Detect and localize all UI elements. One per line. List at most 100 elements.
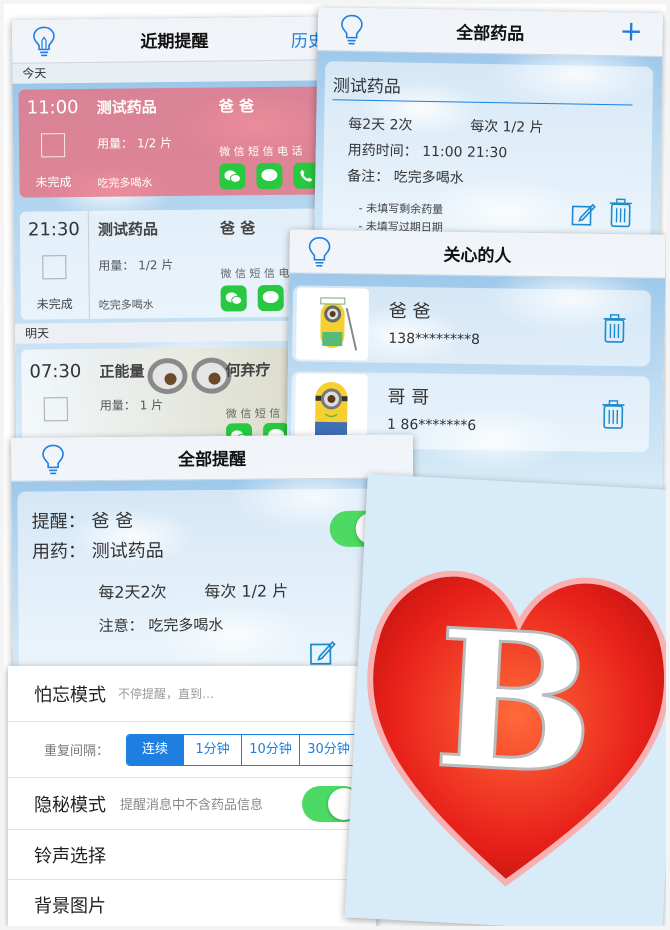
drug-name: 测试药品	[332, 76, 401, 98]
reminder-frequency: 每2天2次	[98, 582, 167, 603]
sms-icon[interactable]	[256, 162, 283, 190]
forget-mode-label: 怕忘模式	[34, 684, 106, 706]
drug-row: 用药： 测试药品	[32, 536, 164, 563]
drug-time-row: 用药时间： 11:00 21:30	[348, 140, 508, 163]
all-reminders-panel: 全部提醒 提醒： 爸 爸 用药： 测试药品 每2天2次 每次 1/2 片 注意：…	[10, 434, 416, 688]
privacy-mode-desc: 提醒消息中不含药品信息	[120, 798, 264, 813]
ringtone-row[interactable]: 铃声选择 ›	[8, 830, 376, 880]
reminder-checkbox[interactable]	[42, 255, 67, 280]
interval-segmented-control: 连续 1分钟 10分钟 30分钟	[126, 734, 358, 766]
reminder-status: 未完成	[36, 297, 73, 312]
forget-mode-desc: 不停提醒，直到…	[118, 687, 215, 701]
dose-value: 1/2 片	[136, 136, 173, 151]
sms-icon[interactable]	[257, 284, 284, 312]
drug-per-dose: 每次 1/2 片	[470, 118, 544, 136]
lightbulb-icon[interactable]	[307, 236, 331, 268]
person-phone: 1 86*******6	[387, 416, 477, 435]
ringtone-label: 铃声选择	[34, 845, 106, 867]
interval-10min[interactable]: 10分钟	[241, 735, 299, 765]
reminders-title: 近期提醒	[140, 31, 209, 53]
lightbulb-icon[interactable]	[340, 13, 365, 45]
reminders-navbar: 近期提醒 历史	[11, 16, 338, 64]
reminder-item[interactable]: 21:30 未完成 测试药品 用量： 1/2 片 吃完多喝水 爸 爸 微 信 短…	[19, 208, 331, 320]
reminder-time: 21:30	[27, 219, 80, 241]
privacy-mode-label: 隐秘模式	[34, 794, 106, 816]
reminder-checkbox[interactable]	[40, 133, 66, 158]
reminder-note: 吃完多喝水	[98, 298, 154, 312]
person-name: 哥 哥	[387, 386, 430, 409]
logo-panel: B	[344, 473, 666, 926]
reminder-drug: 测试药品	[96, 98, 157, 117]
interval-continuous[interactable]: 连续	[127, 735, 183, 765]
avatar	[296, 287, 370, 361]
person-card[interactable]: 爸 爸 138********8	[291, 285, 652, 367]
remind-row: 提醒： 爸 爸	[32, 507, 134, 534]
logo-letter: B	[430, 588, 601, 818]
trash-icon[interactable]	[602, 314, 626, 344]
reminder-dose-row: 用量： 1 片	[100, 396, 163, 414]
reminder-drug: 正能量	[99, 362, 145, 381]
lightbulb-icon[interactable]	[41, 443, 65, 475]
all-reminders-navbar: 全部提醒	[10, 434, 414, 482]
reminder-item[interactable]: 11:00 未完成 测试药品 用量： 1/2 片 吃完多喝水 爸 爸 微 信 短…	[18, 86, 330, 198]
reminder-person: 爸 爸	[219, 219, 256, 238]
repeat-label: 重复间隔：	[44, 744, 110, 759]
person-name: 爸 爸	[388, 300, 431, 323]
remind-label: 提醒：	[31, 511, 86, 533]
contact-icons	[219, 162, 320, 190]
drug-name-underline	[332, 99, 633, 106]
reminder-dose-row: 用量： 1/2 片	[97, 134, 172, 152]
reminder-checkbox[interactable]	[43, 397, 68, 422]
wechat-icon[interactable]	[220, 285, 247, 312]
reminder-item[interactable]: 07:30 正能量 用量： 1 片 何弃疗 微 信 短 信	[21, 346, 333, 450]
reminder-time: 07:30	[29, 361, 82, 383]
reminder-time: 11:00	[26, 97, 79, 119]
minion-golfer-avatar	[320, 297, 358, 351]
reminder-person: 何弃疗	[225, 361, 271, 380]
contact-labels: 微 信 短 信	[225, 406, 281, 421]
divider	[87, 210, 90, 319]
edit-icon[interactable]	[309, 639, 337, 667]
dose-label: 用量：	[99, 398, 136, 413]
dose-value: 1/2 片	[138, 258, 174, 273]
drug-label: 用药：	[31, 541, 87, 563]
drugs-navbar: 全部药品 +	[317, 7, 664, 58]
section-today: 今天	[12, 60, 338, 84]
edit-icon[interactable]	[570, 201, 596, 227]
interval-30min[interactable]: 30分钟	[299, 735, 357, 765]
dose-label: 用量：	[98, 258, 135, 273]
note-row: 注意： 吃完多喝水	[98, 614, 223, 636]
remind-value: 爸 爸	[91, 510, 134, 533]
trash-icon[interactable]	[601, 400, 625, 430]
reminder-dose-row: 用量： 1/2 片	[98, 256, 173, 274]
reminder-person: 爸 爸	[218, 97, 255, 116]
settings-panel: 怕忘模式 不停提醒，直到… 重复间隔： 连续 1分钟 10分钟 30分钟 隐秘模…	[8, 666, 376, 926]
wechat-icon[interactable]	[219, 163, 246, 190]
forget-mode-row[interactable]: 怕忘模式 不停提醒，直到…	[8, 666, 376, 722]
note-label: 注意：	[98, 616, 144, 636]
reminder-detail-card[interactable]: 提醒： 爸 爸 用药： 测试药品 每2天2次 每次 1/2 片 注意： 吃完多喝…	[17, 488, 409, 678]
time-value: 11:00 21:30	[422, 143, 508, 162]
missing-quantity: - 未填写剩余药量	[358, 201, 444, 217]
note-value: 吃完多喝水	[393, 169, 464, 187]
add-drug-button[interactable]: +	[619, 14, 643, 47]
reminder-status: 未完成	[35, 175, 72, 190]
drug-frequency: 每2天 2次	[348, 116, 413, 134]
reminder-per-dose: 每次 1/2 片	[204, 581, 289, 602]
heart-b-logo: B	[367, 570, 666, 887]
drug-card[interactable]: 测试药品 每2天 2次 每次 1/2 片 用药时间： 11:00 21:30 备…	[322, 61, 654, 251]
drugs-panel: 全部药品 + 测试药品 每2天 2次 每次 1/2 片 用药时间： 11:00 …	[313, 7, 664, 263]
reminder-drug: 测试药品	[97, 220, 159, 239]
person-phone: 138********8	[388, 330, 481, 349]
reminder-note: 吃完多喝水	[97, 176, 153, 190]
interval-1min[interactable]: 1分钟	[183, 735, 241, 765]
contact-labels: 微 信 短 信 电 话	[219, 144, 303, 159]
trash-icon[interactable]	[608, 198, 633, 228]
note-value: 吃完多喝水	[148, 615, 224, 635]
time-label: 用药时间：	[347, 142, 418, 160]
dose-label: 用量：	[96, 136, 134, 151]
background-row[interactable]: 背景图片	[8, 880, 376, 926]
lightbulb-icon[interactable]	[32, 25, 56, 57]
all-reminders-title: 全部提醒	[178, 449, 247, 471]
people-navbar: 关心的人	[289, 229, 666, 279]
